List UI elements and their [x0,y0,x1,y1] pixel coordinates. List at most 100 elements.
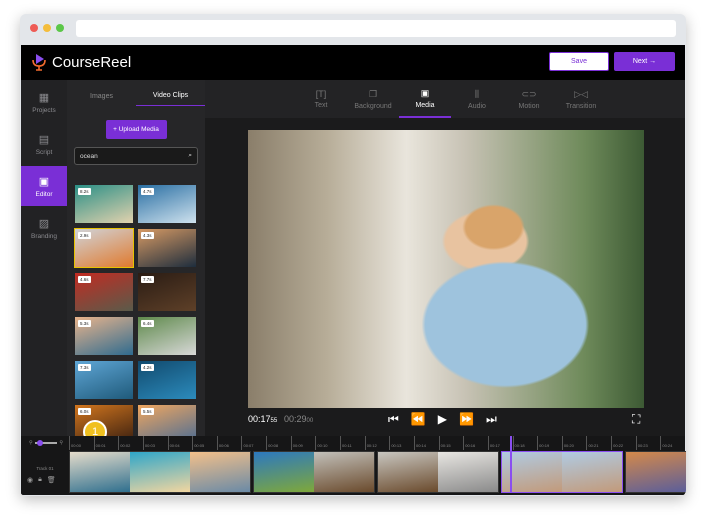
clip-frame [438,452,498,492]
sidebar-item-script[interactable]: ▤ Script [21,124,67,164]
motion-icon: ⊂⊃ [521,88,537,99]
clip-thumbnail[interactable]: 4.3s [138,229,196,267]
clip-frame [562,452,622,492]
app: CourseReel Save Next → ▦ Projects ▤ Script… [21,45,686,495]
video-preview [248,130,644,408]
tool-text[interactable]: [T] Text [295,80,347,118]
clip-thumbnail[interactable]: 4.2s [138,361,196,399]
ruler-tick: 00:12 [364,436,390,450]
playhead[interactable] [510,436,512,493]
clip-duration: 4.6s [78,276,91,283]
skip-end-icon[interactable]: ⏭ [486,412,497,427]
search-input[interactable]: ocean ⌕ [74,147,198,165]
next-button[interactable]: Next → [614,52,675,71]
timeline-zoom-slider[interactable]: ⚲ ⚲ [29,439,63,447]
audio-icon: ⫼ [474,88,480,99]
tool-label: Audio [468,102,486,110]
rewind-icon[interactable]: ⏪ [411,412,426,427]
browser-window: CourseReel Save Next → ▦ Projects ▤ Script… [20,14,686,496]
sidebar-item-projects[interactable]: ▦ Projects [21,82,67,122]
clip-thumbnail[interactable]: 8.2s [75,185,133,223]
clip-thumbnail[interactable]: 4.7s [138,185,196,223]
sidebar-item-branding[interactable]: ▨ Branding [21,208,67,248]
logo[interactable]: CourseReel [31,53,131,71]
save-button[interactable]: Save [549,52,609,71]
video-track [69,451,686,493]
timeline-clip[interactable] [501,451,623,493]
timeline-clip[interactable] [625,451,686,493]
ruler-tick: 00:19 [537,436,562,450]
zoom-in-icon[interactable]: ⚲ [59,440,63,446]
sidebar-item-label: Editor [35,190,53,198]
ruler-tick: 00:02 [118,436,143,450]
sidebar: ▦ Projects ▤ Script ▣ Editor ▨ Branding [21,80,67,436]
tool-audio[interactable]: ⫼ Audio [451,80,503,118]
ruler-tick: 00:05 [192,436,217,450]
ruler-tick: 00:09 [290,436,316,450]
ruler-tick: 00:22 [611,436,636,450]
clip-thumbnail[interactable]: 4.6s [75,273,133,311]
ruler-tick: 00:11 [340,436,365,450]
media-icon: ▣ [420,87,430,98]
play-icon[interactable]: ▶ [438,412,447,427]
clip-thumbnail[interactable]: 7.7s [138,273,196,311]
tool-transition[interactable]: ▷◁ Transition [555,80,607,118]
tool-label: Transition [565,102,597,110]
clip-thumbnail[interactable]: 6.4s [138,317,196,355]
timeline-ruler[interactable]: 00:00 00:01 00:02 00:03 00:04 00:05 00:06 00:07… [69,436,685,450]
timeline-clip[interactable] [377,451,499,493]
sidebar-item-label: Script [35,148,53,156]
clip-duration: 8.2s [78,188,91,195]
clip-frame [254,452,314,492]
clip-thumbnail[interactable]: 2.9s [74,228,134,268]
tab-images[interactable]: Images [67,87,136,106]
clip-duration: 5.3s [78,320,91,327]
media-panel: Images Video Clips + Upload Media ocean ⌕… [67,80,205,443]
timeline-clip[interactable] [69,451,251,493]
total-time: 00:2900 [284,414,314,424]
ruler-tick: 00:15 [438,436,464,450]
fullscreen-icon[interactable]: ⛶ [632,412,640,427]
tool-media[interactable]: ▣ Media [399,80,451,118]
clip-thumbnail[interactable]: 7.3s [75,361,133,399]
skip-start-icon[interactable]: ⏮ [388,412,399,427]
editor-icon: ▣ [38,175,50,188]
zoom-out-icon[interactable]: ⚲ [29,440,33,446]
document-icon: ▤ [38,133,50,146]
app-name: CourseReel [52,53,132,71]
upload-media-button[interactable]: + Upload Media [105,120,167,139]
timeline: ⚲ ⚲ 00:00 00:01 00:02 00:03 00:04 00:05 00:06 00… [21,436,686,495]
ruler-tick: 00:20 [561,436,587,450]
lock-icon[interactable]: 🔒︎ [38,476,42,484]
track-label: Track 01 [36,466,54,471]
ruler-tick: 00:17 [487,436,513,450]
visibility-icon[interactable]: ◉ [27,476,33,484]
tool-label: Text [314,102,328,109]
tool-motion[interactable]: ⊂⊃ Motion [503,80,555,118]
grid-icon: ▦ [38,91,50,104]
ruler-tick: 00:06 [216,436,242,450]
trash-icon[interactable]: 🗑︎ [47,476,56,484]
window-controls [30,24,64,32]
sidebar-item-label: Branding [30,232,58,240]
tool-label: Motion [518,102,540,110]
ruler-tick: 00:18 [512,436,538,450]
background-icon: ❐ [368,88,378,99]
address-bar[interactable] [76,20,676,37]
timeline-clip[interactable] [253,451,375,493]
tool-background[interactable]: ❐ Background [347,80,399,118]
clip-thumbnail[interactable]: 5.3s [75,317,133,355]
fast-forward-icon[interactable]: ⏩ [459,412,474,427]
clip-frame [70,452,130,492]
tool-label: Background [354,102,392,110]
clip-frame [314,452,374,492]
clip-duration: 7.3s [78,364,91,371]
ruler-tick: 00:04 [167,436,193,450]
ruler-tick: 00:10 [315,436,340,450]
tab-video-clips[interactable]: Video Clips [136,86,205,106]
tool-label: Media [415,101,435,109]
search-icon[interactable]: ⌕ [188,152,192,160]
current-time: 00:1755 [248,414,278,424]
sidebar-item-editor[interactable]: ▣ Editor [21,166,67,206]
clip-frame [130,452,190,492]
